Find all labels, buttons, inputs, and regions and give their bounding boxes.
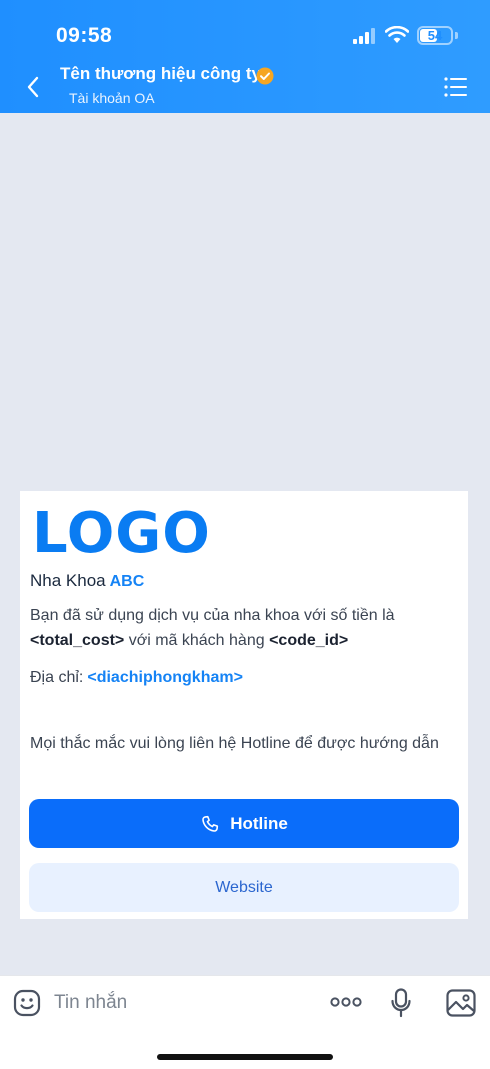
phone-icon bbox=[202, 815, 219, 832]
back-arrow-icon[interactable] bbox=[26, 76, 40, 98]
account-type: Tài khoản OA bbox=[69, 90, 155, 106]
website-label: Website bbox=[215, 878, 273, 896]
message-input-bar: Tin nhắn bbox=[0, 975, 490, 1069]
sticker-icon[interactable] bbox=[13, 989, 41, 1017]
message-input[interactable]: Tin nhắn bbox=[54, 992, 127, 1014]
account-name[interactable]: Tên thương hiệu công ty bbox=[60, 64, 261, 84]
message-text: Bạn đã sử dụng dịch vụ của nha khoa với … bbox=[30, 607, 395, 649]
chat-header: 09:58 54 Tên thương hiệu công ty Tài kho… bbox=[0, 0, 490, 113]
code-id-placeholder: <code_id> bbox=[269, 632, 349, 649]
brand-name: Nha Khoa ABC bbox=[30, 571, 144, 591]
home-indicator bbox=[157, 1054, 333, 1060]
support-note: Mọi thắc mắc vui lòng liên hệ Hotline để… bbox=[30, 735, 439, 752]
signal-icon bbox=[353, 28, 375, 44]
address-line: Địa chỉ: <diachiphongkham> bbox=[30, 669, 243, 687]
status-time: 09:58 bbox=[56, 24, 113, 47]
wifi-icon bbox=[385, 26, 409, 43]
image-gallery-icon[interactable] bbox=[446, 989, 476, 1017]
menu-list-icon[interactable] bbox=[444, 77, 468, 97]
microphone-icon[interactable] bbox=[391, 988, 411, 1018]
address-label: Địa chỉ: bbox=[30, 669, 84, 686]
battery-level: 54 bbox=[427, 28, 443, 43]
verified-badge-icon bbox=[256, 67, 274, 85]
brand-tag: ABC bbox=[109, 573, 145, 590]
website-button[interactable]: Website bbox=[29, 863, 459, 912]
hotline-label: Hotline bbox=[230, 813, 288, 833]
battery-icon: 54 bbox=[417, 26, 453, 45]
message-card: LOGO Nha Khoa ABC Bạn đã sử dụng dịch vụ … bbox=[20, 491, 468, 919]
total-cost-placeholder: <total_cost> bbox=[30, 632, 125, 649]
brand-name-text: Nha Khoa bbox=[30, 571, 106, 590]
status-bar: 09:58 54 bbox=[0, 0, 490, 62]
hotline-button[interactable]: Hotline bbox=[29, 799, 459, 848]
address-link[interactable]: <diachiphongkham> bbox=[87, 669, 243, 686]
more-options-icon[interactable] bbox=[330, 996, 362, 1008]
brand-logo: LOGO bbox=[32, 501, 211, 566]
